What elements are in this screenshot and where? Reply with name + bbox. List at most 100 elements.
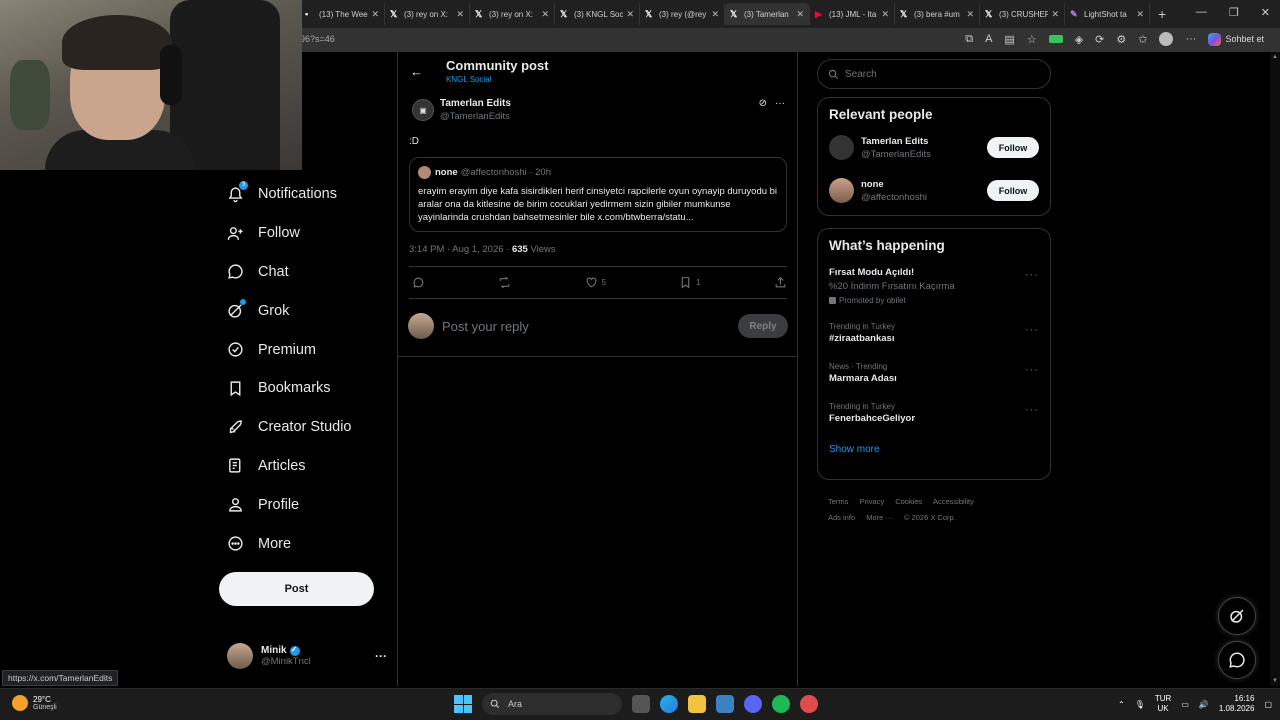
browser-menu-icon[interactable]: ···: [1185, 33, 1196, 45]
read-aloud-icon[interactable]: A: [985, 33, 992, 45]
trend-item[interactable]: News · Trending Marmara Adası ···: [818, 362, 1050, 384]
quoted-post[interactable]: none @affectonhoshi · 20h erayim erayim …: [409, 157, 787, 232]
community-link[interactable]: KNGL Social: [446, 75, 492, 84]
messages-floating-button[interactable]: [1218, 641, 1256, 679]
favorites-icon[interactable]: ✩: [1138, 33, 1147, 46]
browser-tab[interactable]: 𝕏 (3) rey on X: ✕: [470, 3, 555, 25]
taskbar-search[interactable]: Ara: [482, 693, 622, 715]
close-icon[interactable]: ✕: [541, 9, 549, 20]
nav-item-creator-studio[interactable]: Creator Studio: [219, 408, 389, 447]
browser-tab[interactable]: 𝕏 (3) rey on X: ✕: [385, 3, 470, 25]
puzzle-extensions-icon[interactable]: ⚙: [1116, 33, 1126, 46]
edge-icon[interactable]: [660, 695, 678, 713]
spotify-icon[interactable]: [772, 695, 790, 713]
split-screen-icon[interactable]: ⧉: [965, 33, 973, 46]
browser-tab[interactable]: 𝕏 (3) rey (@rey ✕: [640, 3, 725, 25]
more-dots-icon[interactable]: ···: [375, 649, 387, 663]
footer-link[interactable]: Cookies: [895, 497, 922, 506]
browser-tab-active[interactable]: 𝕏 (3) Tamerlan ✕: [725, 3, 810, 25]
windows-start-icon[interactable]: [454, 695, 472, 713]
footer-link[interactable]: Privacy: [860, 497, 885, 506]
language-indicator[interactable]: TUR UK: [1155, 694, 1171, 714]
bookmark-action[interactable]: 1: [679, 276, 701, 289]
app-icon[interactable]: [800, 695, 818, 713]
nav-item-more[interactable]: More: [219, 524, 389, 563]
grok-explain-icon[interactable]: ⊘: [759, 98, 767, 109]
close-icon[interactable]: ✕: [456, 9, 464, 20]
task-view-icon[interactable]: [632, 695, 650, 713]
more-dots-icon[interactable]: ···: [775, 98, 785, 109]
weather-widget[interactable]: 29°C Güneşli: [12, 695, 57, 711]
notification-center-icon[interactable]: ▢: [1264, 700, 1272, 709]
tray-chevron-icon[interactable]: ⌃: [1118, 700, 1125, 709]
close-icon[interactable]: ✕: [881, 9, 889, 20]
reply-input[interactable]: Post your reply: [442, 319, 738, 334]
minimize-icon[interactable]: —: [1196, 6, 1207, 19]
more-dots-icon[interactable]: ···: [1025, 269, 1039, 281]
show-more-link[interactable]: Show more: [818, 444, 1050, 455]
more-dots-icon[interactable]: ···: [1025, 404, 1039, 416]
repost-action[interactable]: [498, 276, 511, 289]
footer-link[interactable]: Terms: [828, 497, 848, 506]
nav-item-chat[interactable]: Chat: [219, 253, 389, 292]
nav-item-premium[interactable]: Premium: [219, 330, 389, 369]
copilot-button[interactable]: Sohbet et: [1208, 32, 1264, 46]
network-icon[interactable]: ▭: [1181, 700, 1189, 709]
author-name[interactable]: Tamerlan Edits: [440, 98, 511, 109]
discord-icon[interactable]: [744, 695, 762, 713]
footer-link[interactable]: More ···: [866, 513, 893, 522]
scroll-up-icon[interactable]: ▲: [1272, 54, 1278, 60]
browser-tab[interactable]: ✎ LightShot ta ✕: [1065, 3, 1150, 25]
footer-link[interactable]: Ads info: [828, 513, 855, 522]
grok-floating-button[interactable]: [1218, 597, 1256, 635]
nav-item-bookmarks[interactable]: Bookmarks: [219, 369, 389, 408]
browser-tab[interactable]: 𝕏 (3) KNGL Soci ✕: [555, 3, 640, 25]
author-handle[interactable]: @TamerlanEdits: [440, 111, 511, 122]
browser-tab[interactable]: ▶ (13) JML - Ita ✕: [810, 3, 895, 25]
settings-app-icon[interactable]: [716, 695, 734, 713]
nav-item-articles[interactable]: Articles: [219, 447, 389, 486]
scrollbar[interactable]: ▲ ▼: [1270, 52, 1280, 686]
account-switcher[interactable]: Minik @MinikTncl ···: [227, 640, 387, 672]
trend-item[interactable]: Trending in Turkey FenerbahceGeliyor ···: [818, 402, 1050, 424]
more-dots-icon[interactable]: ···: [1025, 324, 1039, 336]
url-field[interactable]: 96?s=46: [300, 34, 335, 44]
browser-tab[interactable]: 𝕏 (3) bera #um ✕: [895, 3, 980, 25]
nav-item-profile[interactable]: Profile: [219, 485, 389, 524]
browser-tab[interactable]: 𝕏 (3) CRUSHER ✕: [980, 3, 1065, 25]
trend-item[interactable]: Trending in Turkey #ziraatbankası ···: [818, 322, 1050, 344]
close-icon[interactable]: ✕: [1136, 9, 1144, 20]
post-author[interactable]: ▣ Tamerlan Edits @TamerlanEdits: [412, 98, 511, 122]
post-button[interactable]: Post: [219, 572, 374, 606]
reply-button[interactable]: Reply: [738, 314, 788, 338]
restore-icon[interactable]: ❐: [1229, 6, 1239, 19]
nav-item-grok[interactable]: Grok: [219, 291, 389, 330]
like-action[interactable]: 5: [585, 276, 606, 289]
close-icon[interactable]: ✕: [711, 9, 719, 20]
close-icon[interactable]: ✕: [371, 9, 379, 20]
person-row[interactable]: Tamerlan Edits @TamerlanEdits Follow: [818, 126, 1050, 169]
follow-button[interactable]: Follow: [987, 180, 1039, 201]
close-icon[interactable]: ✕: [1051, 9, 1059, 20]
follow-button[interactable]: Follow: [987, 137, 1039, 158]
close-icon[interactable]: ✕: [966, 9, 974, 20]
reading-view-icon[interactable]: ▤: [1004, 33, 1014, 46]
refresh-extension-icon[interactable]: ⟳: [1095, 33, 1104, 46]
favorite-star-icon[interactable]: ☆: [1027, 33, 1037, 46]
microphone-icon[interactable]: 🎙: [1135, 700, 1145, 709]
person-row[interactable]: none @affectonhoshi Follow: [818, 169, 1050, 212]
new-tab-button[interactable]: +: [1158, 3, 1166, 25]
clock[interactable]: 16:16 1.08.2026: [1219, 694, 1255, 714]
promoted-trend[interactable]: Fırsat Modu Açıldı! %20 İndirim Fırsatın…: [818, 267, 1050, 305]
close-window-icon[interactable]: ✕: [1261, 6, 1270, 19]
close-icon[interactable]: ✕: [626, 9, 634, 20]
footer-link[interactable]: Accessibility: [933, 497, 974, 506]
more-dots-icon[interactable]: ···: [1025, 364, 1039, 376]
nav-item-notifications[interactable]: 3 Notifications: [219, 175, 389, 214]
back-arrow-icon[interactable]: ←: [410, 64, 423, 79]
profile-avatar-icon[interactable]: [1159, 32, 1174, 46]
scroll-down-icon[interactable]: ▼: [1272, 678, 1278, 684]
nav-item-follow[interactable]: Follow: [219, 214, 389, 253]
search-input[interactable]: Search: [817, 59, 1051, 89]
share-action[interactable]: [774, 276, 787, 289]
